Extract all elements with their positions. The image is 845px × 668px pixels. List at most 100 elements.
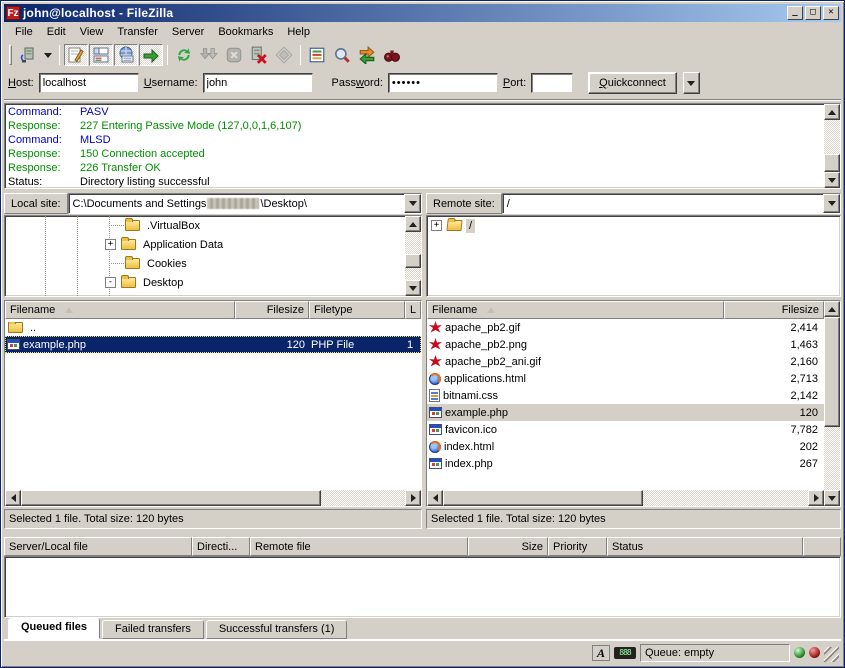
tree-item-cookies[interactable]: Cookies — [5, 254, 405, 273]
menu-transfer[interactable]: Transfer — [110, 24, 165, 40]
directory-filters-button[interactable] — [305, 44, 329, 66]
column-header-filename[interactable]: Filename — [427, 301, 724, 319]
tab-failed-transfers[interactable]: Failed transfers — [102, 620, 204, 639]
reconnect-button[interactable] — [272, 44, 296, 66]
menu-file[interactable]: File — [8, 24, 40, 40]
file-row-apache-pb2-gif[interactable]: apache_pb2.gif2,414 — [427, 319, 824, 336]
toggle-message-log-button[interactable] — [64, 44, 88, 66]
quickconnect-button[interactable]: Quickconnect — [588, 72, 677, 94]
menu-help[interactable]: Help — [280, 24, 317, 40]
file-row-favicon-ico[interactable]: favicon.ico7,782 — [427, 421, 824, 438]
tree-item-virtualbox[interactable]: .VirtualBox — [5, 216, 405, 235]
column-header-server-local-file[interactable]: Server/Local file — [4, 537, 192, 556]
column-header-remote-file[interactable]: Remote file — [250, 537, 468, 556]
folder-icon — [121, 277, 136, 288]
column-header-last-modified[interactable]: L — [405, 301, 421, 319]
scrollbar-thumb[interactable] — [21, 490, 321, 506]
expand-icon[interactable]: + — [431, 220, 442, 231]
find-files-button[interactable] — [380, 44, 404, 66]
file-row-parent-dir[interactable]: .. — [5, 319, 421, 336]
local-site-label: Local site: — [4, 193, 68, 214]
chevron-down-icon — [44, 53, 52, 58]
menu-edit[interactable]: Edit — [40, 24, 73, 40]
scroll-left-button[interactable] — [5, 490, 21, 506]
site-manager-dropdown-button[interactable] — [41, 44, 55, 66]
file-row-bitnami-css[interactable]: bitnami.css2,142 — [427, 387, 824, 404]
port-input[interactable] — [531, 73, 573, 93]
speed-limits-icon[interactable]: 888 — [614, 647, 636, 659]
disconnect-button[interactable] — [247, 44, 271, 66]
local-tree-scrollbar[interactable] — [405, 216, 421, 296]
titlebar[interactable]: Fz john@localhost - FileZilla _ □ ✕ — [4, 4, 841, 22]
scroll-right-button[interactable] — [808, 490, 824, 506]
refresh-button[interactable] — [172, 44, 196, 66]
folder-icon — [8, 322, 23, 333]
process-queue-button[interactable] — [197, 44, 221, 66]
collapse-icon[interactable]: - — [105, 277, 116, 288]
quickconnect-dropdown-button[interactable] — [683, 72, 700, 94]
toggle-remote-tree-button[interactable] — [114, 44, 138, 66]
column-header-filename[interactable]: Filename — [5, 301, 235, 319]
local-list-hscrollbar[interactable] — [5, 490, 421, 506]
tree-item-root[interactable]: +/ — [427, 216, 840, 235]
host-input[interactable] — [39, 73, 139, 93]
column-header-priority[interactable]: Priority — [548, 537, 607, 556]
scroll-up-button[interactable] — [405, 216, 421, 232]
column-header-filesize[interactable]: Filesize — [235, 301, 309, 319]
minimize-button[interactable]: _ — [787, 6, 803, 20]
tree-item-desktop[interactable]: -Desktop — [5, 273, 405, 292]
file-row-example-php[interactable]: example.php 120PHP File1 — [5, 336, 421, 353]
local-path-dropdown-button[interactable] — [404, 194, 421, 213]
resize-grip[interactable] — [824, 647, 839, 662]
remote-site-combobox[interactable]: / — [502, 193, 841, 214]
directory-comparison-button[interactable] — [330, 44, 354, 66]
toggle-local-tree-button[interactable] — [89, 44, 113, 66]
file-row-apache-pb2-png[interactable]: apache_pb2.png1,463 — [427, 336, 824, 353]
column-header-filesize[interactable]: Filesize — [724, 301, 824, 319]
scroll-right-button[interactable] — [405, 490, 421, 506]
password-input[interactable] — [388, 73, 498, 93]
tree-item-application-data[interactable]: +Application Data — [5, 235, 405, 254]
synchronized-browsing-button[interactable] — [355, 44, 379, 66]
scroll-down-button[interactable] — [405, 280, 421, 296]
scroll-up-button[interactable] — [824, 104, 840, 120]
toggle-transfer-queue-button[interactable] — [139, 44, 163, 66]
file-row-index-php[interactable]: index.php267 — [427, 455, 824, 472]
scroll-down-button[interactable] — [824, 490, 840, 506]
file-row-applications-html[interactable]: applications.html2,713 — [427, 370, 824, 387]
transfer-type-icon[interactable]: A — [592, 645, 610, 661]
log-scrollbar[interactable] — [824, 104, 840, 188]
site-manager-button[interactable] — [16, 44, 40, 66]
close-button[interactable]: ✕ — [823, 6, 839, 20]
column-header-status[interactable]: Status — [607, 537, 803, 556]
toolbar-grip[interactable] — [9, 45, 12, 65]
remote-list-vscrollbar[interactable] — [824, 301, 840, 506]
menu-server[interactable]: Server — [165, 24, 211, 40]
tab-successful-transfers[interactable]: Successful transfers (1) — [206, 620, 348, 639]
maximize-button[interactable]: □ — [805, 6, 821, 20]
local-site-combobox[interactable]: C:\Documents and Settings\Desktop\ — [68, 193, 422, 214]
scrollbar-thumb[interactable] — [405, 254, 421, 268]
scrollbar-thumb[interactable] — [824, 317, 840, 427]
file-row-index-html[interactable]: index.html202 — [427, 438, 824, 455]
column-header-size[interactable]: Size — [468, 537, 548, 556]
image-file-icon — [429, 321, 442, 334]
cancel-button[interactable] — [222, 44, 246, 66]
column-header-filetype[interactable]: Filetype — [309, 301, 405, 319]
remote-list-hscrollbar[interactable] — [427, 490, 824, 506]
scroll-down-button[interactable] — [824, 172, 840, 188]
tab-queued-files[interactable]: Queued files — [8, 618, 100, 639]
scroll-left-button[interactable] — [427, 490, 443, 506]
file-row-apache-pb2-ani-gif[interactable]: apache_pb2_ani.gif2,160 — [427, 353, 824, 370]
scrollbar-thumb[interactable] — [443, 490, 643, 506]
menu-bookmarks[interactable]: Bookmarks — [211, 24, 280, 40]
menu-view[interactable]: View — [73, 24, 111, 40]
expand-icon[interactable]: + — [105, 239, 116, 250]
column-header-direction[interactable]: Directi... — [192, 537, 250, 556]
scroll-up-button[interactable] — [824, 301, 840, 317]
scrollbar-thumb[interactable] — [824, 154, 840, 172]
remote-path-dropdown-button[interactable] — [823, 194, 840, 213]
username-input[interactable] — [203, 73, 313, 93]
file-row-example-php[interactable]: example.php120 — [427, 404, 824, 421]
queue-body — [4, 556, 841, 618]
